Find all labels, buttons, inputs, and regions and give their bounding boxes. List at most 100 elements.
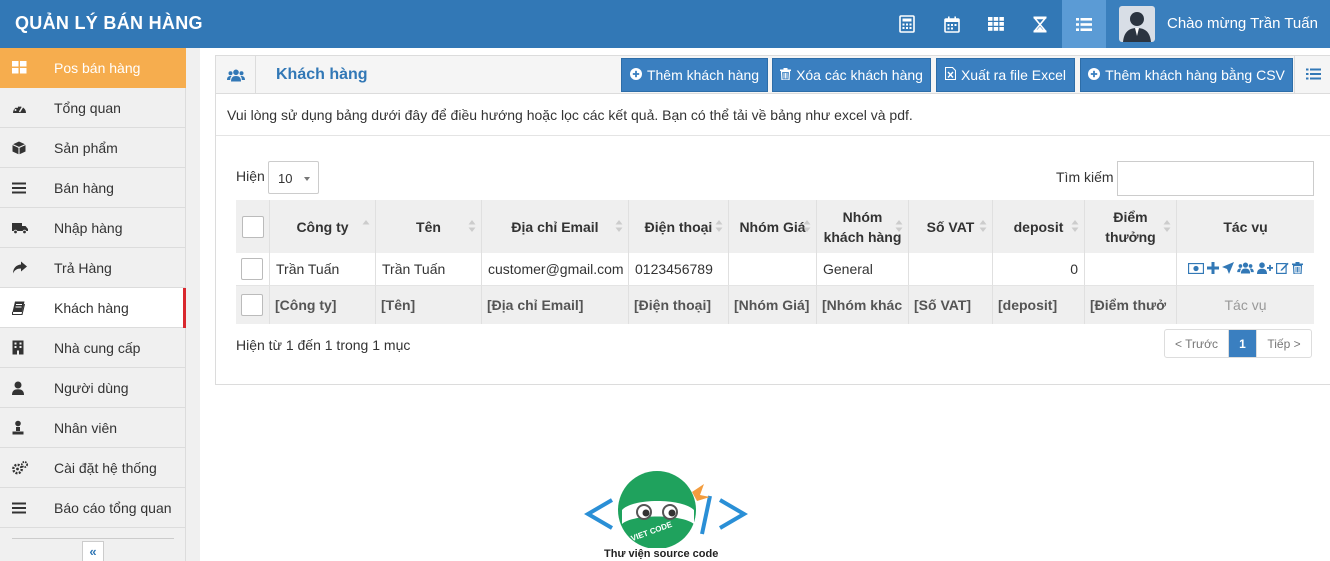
trash-icon[interactable] [1292, 261, 1303, 277]
dashboard-icon [0, 102, 54, 114]
col-header-price-group[interactable]: Nhóm Giá [729, 200, 817, 253]
customers-panel: Khách hàng Thêm khách hàng Xóa các khách… [215, 55, 1330, 385]
edit-icon[interactable] [1276, 261, 1289, 277]
import-csv-button[interactable]: Thêm khách hàng bằng CSV [1080, 58, 1293, 92]
cell-price-group [729, 253, 817, 286]
col-header-vat[interactable]: Số VAT [909, 200, 993, 253]
sidebar-item-employees[interactable]: Nhân viên [0, 408, 186, 448]
row-checkbox[interactable] [241, 258, 263, 280]
cell-phone: 0123456789 [629, 253, 729, 286]
delete-customers-button[interactable]: Xóa các khách hàng [772, 58, 931, 92]
pagination: < Trước 1 Tiếp > [1164, 329, 1312, 358]
send-icon[interactable] [1222, 261, 1234, 277]
user-plus-icon[interactable] [1257, 261, 1273, 277]
filter-company[interactable]: [Công ty] [270, 286, 376, 324]
filter-customer-group[interactable]: [Nhóm khác [817, 286, 909, 324]
sidebar-item-label: Nhân viên [54, 419, 118, 436]
sidebar-collapse-button[interactable]: « [82, 541, 104, 561]
list-icon[interactable] [1062, 0, 1106, 48]
grid-icon[interactable] [974, 0, 1018, 48]
share-arrow-icon [0, 261, 54, 274]
logo-caption: Thư viện source code [604, 548, 719, 560]
col-header-phone[interactable]: Điện thoại [629, 200, 729, 253]
sidebar-item-label: Tổng quan [54, 99, 121, 116]
panel-intro-text: Vui lòng sử dụng bảng dưới đây để điều h… [216, 94, 1330, 136]
money-icon[interactable] [1187, 261, 1205, 277]
sort-icon [715, 220, 723, 232]
search-label: Tìm kiếm [1056, 169, 1114, 185]
sidebar-item-customers[interactable]: Khách hàng [0, 288, 186, 328]
page-length-label: Hiện [236, 168, 265, 184]
filter-email[interactable]: [Địa chỉ Email] [482, 286, 629, 324]
filter-name[interactable]: [Tên] [376, 286, 482, 324]
filter-checkbox[interactable] [241, 294, 263, 316]
sidebar-item-users[interactable]: Người dùng [0, 368, 186, 408]
col-header-actions: Tác vụ [1177, 200, 1314, 253]
plus-circle-icon [629, 67, 642, 83]
sidebar-item-label: Khách hàng [54, 299, 129, 316]
sidebar-item-reports[interactable]: Báo cáo tổng quan [0, 488, 186, 528]
filter-vat[interactable]: [Số VAT] [909, 286, 993, 324]
file-excel-icon [944, 66, 957, 83]
page-1-button[interactable]: 1 [1229, 330, 1256, 357]
welcome-text: Chào mừng Trần Tuấn [1167, 15, 1318, 32]
hourglass-icon[interactable] [1018, 0, 1062, 48]
col-header-customer-group[interactable]: Nhóm khách hàng [817, 200, 909, 253]
plus-icon[interactable] [1207, 261, 1219, 277]
sidebar-item-settings[interactable]: Cài đặt hệ thống [0, 448, 186, 488]
sidebar-item-imports[interactable]: Nhập hàng [0, 208, 186, 248]
add-customer-button[interactable]: Thêm khách hàng [621, 58, 768, 92]
sidebar-item-label: Nhập hàng [54, 219, 123, 236]
sidebar-item-returns[interactable]: Trả Hàng [0, 248, 186, 288]
col-header-deposit[interactable]: deposit [993, 200, 1085, 253]
filter-deposit[interactable]: [deposit] [993, 286, 1085, 324]
sidebar-item-overview[interactable]: Tổng quan [0, 88, 186, 128]
sort-icon [362, 220, 370, 225]
select-all-cell [236, 200, 270, 253]
cell-name: Trần Tuấn [376, 253, 482, 286]
page-title: Khách hàng [276, 66, 368, 83]
filter-price-group[interactable]: [Nhóm Giá] [729, 286, 817, 324]
box-icon [0, 141, 54, 155]
next-page-button[interactable]: Tiếp > [1256, 330, 1311, 357]
sidebar-item-products[interactable]: Sản phẩm [0, 128, 186, 168]
cell-vat [909, 253, 993, 286]
top-header: QUẢN LÝ BÁN HÀNG Chào mừng Trần Tuấn [0, 0, 1330, 48]
col-header-company[interactable]: Công ty [270, 200, 376, 253]
calculator-icon[interactable] [885, 0, 929, 48]
bars-icon [0, 182, 54, 194]
users-icon[interactable] [1237, 261, 1254, 277]
vietcode-logo: Thư viện source code VIET CODE [582, 470, 750, 561]
sidebar-item-label: Cài đặt hệ thống [54, 459, 157, 476]
user-menu[interactable]: Chào mừng Trần Tuấn [1106, 0, 1330, 48]
filter-points[interactable]: [Điểm thưở [1085, 286, 1177, 324]
filter-phone[interactable]: [Điện thoại] [629, 286, 729, 324]
sidebar-divider [12, 538, 174, 539]
prev-page-button[interactable]: < Trước [1165, 330, 1229, 357]
app-brand[interactable]: QUẢN LÝ BÁN HÀNG [15, 0, 203, 48]
sidebar: Pos bán hàng Tổng quan Sản phẩm Bán hàng… [0, 48, 200, 561]
export-excel-button[interactable]: Xuất ra file Excel [936, 58, 1075, 92]
col-header-email[interactable]: Địa chỉ Email [482, 200, 629, 253]
sort-icon [1163, 220, 1171, 232]
trash-icon [780, 67, 792, 83]
sidebar-item-suppliers[interactable]: Nhà cung cấp [0, 328, 186, 368]
sidebar-item-pos[interactable]: Pos bán hàng [0, 48, 186, 88]
sort-icon [1071, 220, 1079, 232]
page-length-select[interactable]: 10 [268, 161, 319, 194]
select-all-checkbox[interactable] [241, 215, 264, 238]
calendar-icon[interactable] [930, 0, 974, 48]
sort-icon [979, 220, 987, 232]
sidebar-item-sales[interactable]: Bán hàng [0, 168, 186, 208]
col-header-points[interactable]: Điểm thưởng [1085, 200, 1177, 253]
cell-customer-group: General [817, 253, 909, 286]
col-header-name[interactable]: Tên [376, 200, 482, 253]
truck-icon [0, 222, 54, 234]
users-icon [216, 56, 256, 94]
caret-down-icon [304, 177, 310, 181]
panel-menu-button[interactable] [1294, 56, 1330, 94]
search-input[interactable] [1117, 161, 1314, 196]
table-info: Hiện từ 1 đến 1 trong 1 mục [236, 337, 411, 353]
row-select-cell [236, 253, 270, 286]
sort-icon [468, 220, 476, 232]
